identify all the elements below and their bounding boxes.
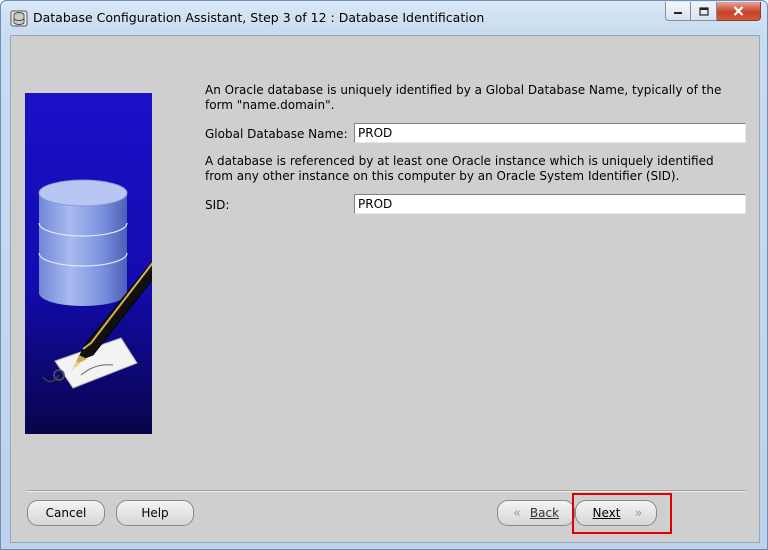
sid-label: SID: xyxy=(205,198,230,212)
next-button-highlight xyxy=(572,493,672,534)
help-button-label: Help xyxy=(141,506,169,520)
title-bar[interactable]: Database Configuration Assistant, Step 3… xyxy=(1,1,767,35)
help-button[interactable]: Help xyxy=(116,500,194,526)
chevron-left-icon: « xyxy=(512,505,521,521)
sid-input[interactable] xyxy=(354,194,746,214)
cancel-button[interactable]: Cancel xyxy=(27,500,105,526)
close-icon xyxy=(733,6,744,16)
global-db-name-input[interactable] xyxy=(354,123,746,143)
dialog-client-area: An Oracle database is uniquely identifie… xyxy=(10,35,760,543)
maximize-icon xyxy=(698,6,709,16)
close-button[interactable] xyxy=(717,2,761,21)
window-controls xyxy=(665,2,761,22)
footer-divider xyxy=(27,490,746,492)
global-name-description: An Oracle database is uniquely identifie… xyxy=(205,83,722,112)
maximize-button[interactable] xyxy=(691,2,717,21)
back-button[interactable]: « Back xyxy=(497,500,575,526)
app-window: Database Configuration Assistant, Step 3… xyxy=(0,0,768,550)
back-button-label: Back xyxy=(529,506,560,520)
sid-description: A database is referenced by at least one… xyxy=(205,154,714,183)
global-db-name-label: Global Database Name: xyxy=(205,127,348,141)
cancel-button-label: Cancel xyxy=(45,506,87,520)
database-pen-banner-image xyxy=(25,93,152,434)
window-title: Database Configuration Assistant, Step 3… xyxy=(33,10,485,25)
minimize-button[interactable] xyxy=(665,2,691,21)
minimize-icon xyxy=(674,12,682,14)
database-app-icon xyxy=(10,10,28,27)
